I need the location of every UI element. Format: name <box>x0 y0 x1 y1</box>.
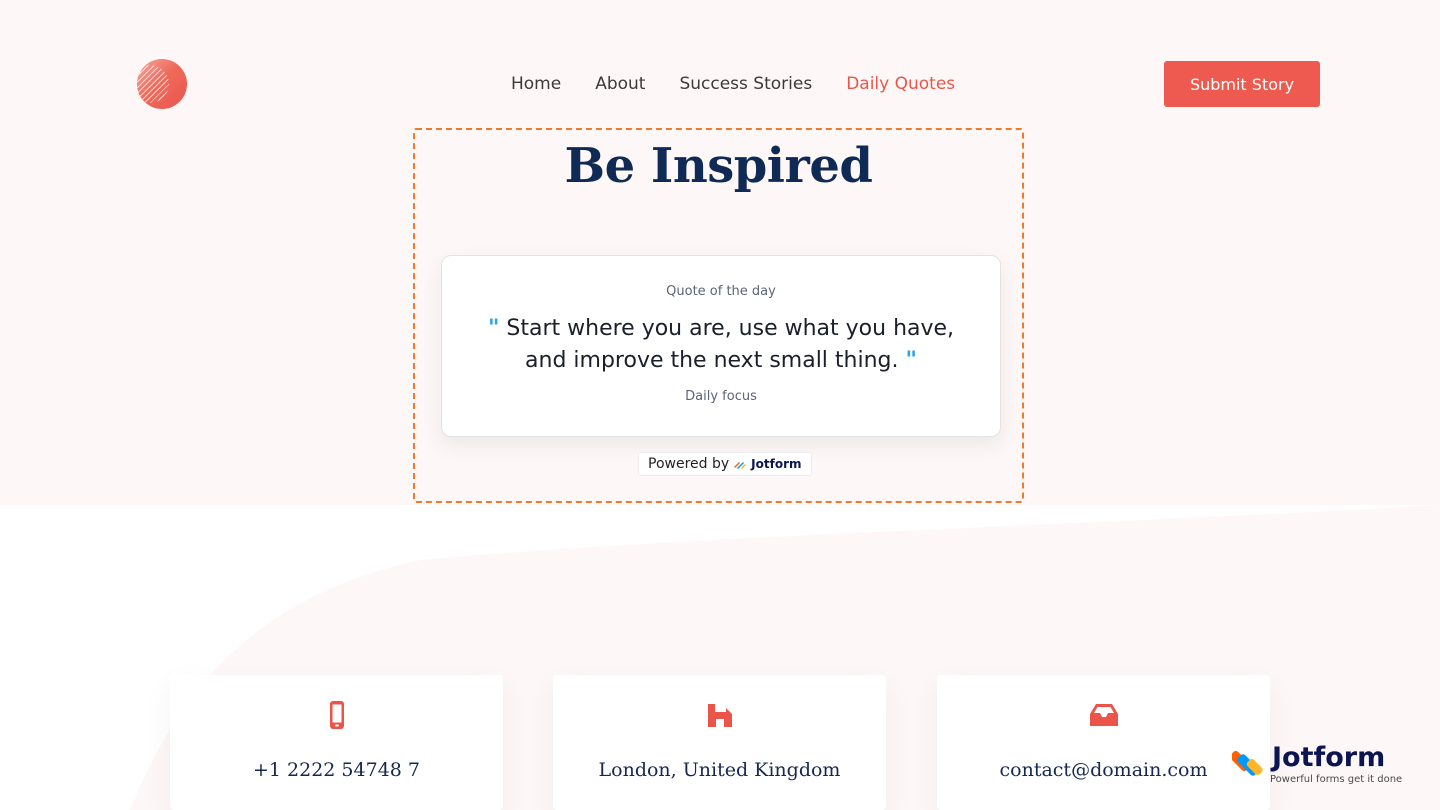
nav-success-stories[interactable]: Success Stories <box>679 72 812 96</box>
contact-phone[interactable]: +1 2222 54748 7 <box>170 759 503 781</box>
inbox-icon <box>1089 704 1118 726</box>
nav-daily-quotes[interactable]: Daily Quotes <box>846 72 955 96</box>
quote-widget-frame: Be Inspired Quote of the day " Start whe… <box>413 128 1024 503</box>
quote-author: Daily focus <box>685 389 757 404</box>
submit-story-button[interactable]: Submit Story <box>1164 61 1320 107</box>
contact-card-phone: +1 2222 54748 7 <box>170 675 503 810</box>
nav-home[interactable]: Home <box>511 72 561 96</box>
contact-email[interactable]: contact@domain.com <box>937 759 1270 781</box>
powered-by-label: Powered by <box>648 456 730 472</box>
main-nav: Home About Success Stories Daily Quotes <box>511 72 955 96</box>
jotform-logo-icon <box>1232 750 1263 776</box>
quote-text: Start where you are, use what you have, … <box>506 316 955 373</box>
contact-address: London, United Kingdom <box>598 759 841 781</box>
powered-by-brand: Jotform <box>751 457 802 471</box>
quote-card: Quote of the day " Start where you are, … <box>441 255 1001 437</box>
powered-by-badge[interactable]: Powered by Jotform <box>638 452 812 476</box>
quote-text-block: " Start where you are, use what you have… <box>471 313 971 377</box>
phone-icon <box>329 701 344 729</box>
contact-card-address: London, United Kingdom <box>553 675 886 810</box>
nav-about[interactable]: About <box>595 72 645 96</box>
logo[interactable] <box>137 59 187 109</box>
jotform-icon <box>734 462 747 469</box>
close-quote-icon: " <box>905 348 917 373</box>
jotform-badge[interactable]: Jotform Powerful forms get it done <box>1232 742 1412 790</box>
jotform-badge-tagline: Powerful forms get it done <box>1270 774 1403 785</box>
contact-card-email: contact@domain.com <box>937 675 1270 810</box>
home-icon <box>707 704 732 727</box>
page-title: Be Inspired <box>564 138 873 194</box>
quote-label: Quote of the day <box>666 284 776 299</box>
open-quote-icon: " <box>487 316 500 341</box>
jotform-badge-name: Jotform <box>1272 742 1386 773</box>
